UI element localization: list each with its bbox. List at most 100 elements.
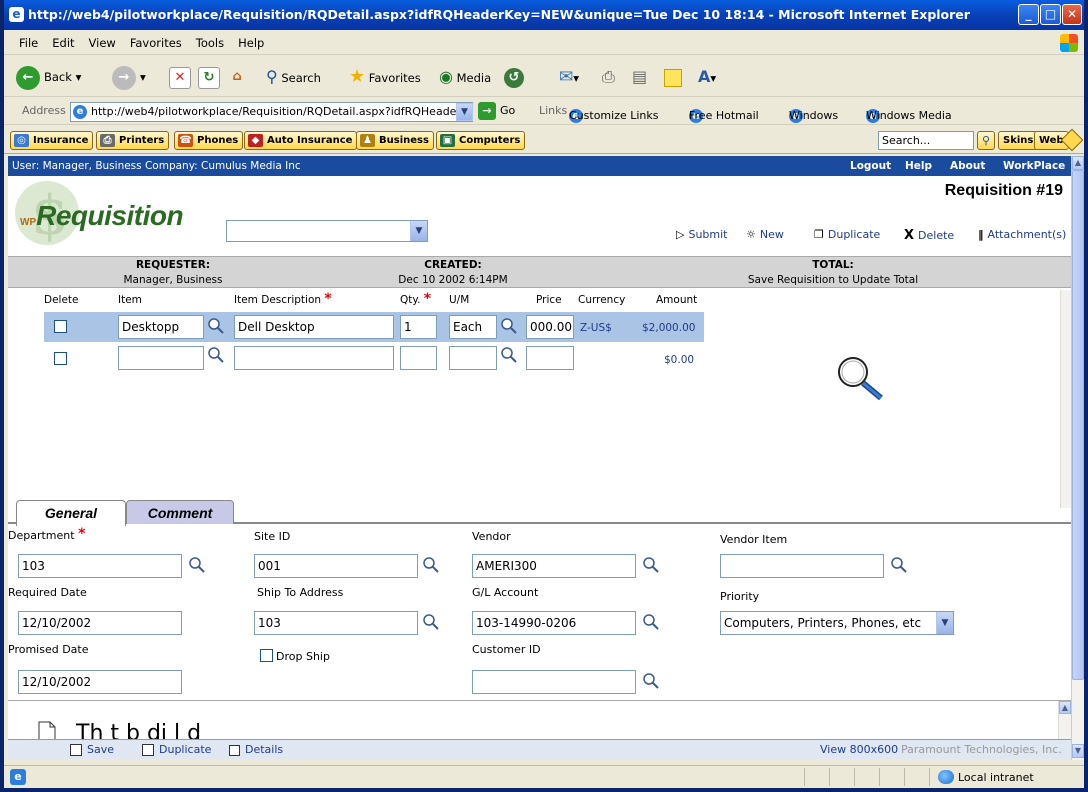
- auto-insurance-button[interactable]: ◆ Auto Insurance: [244, 131, 358, 150]
- back-button[interactable]: ← Back ▾: [16, 64, 81, 90]
- workplace-link[interactable]: WorkPlace: [1003, 156, 1065, 176]
- site-id-input[interactable]: 001: [254, 554, 418, 578]
- forward-button[interactable]: → ▾: [112, 64, 146, 90]
- drop-ship-checkbox[interactable]: [260, 649, 273, 662]
- department-input[interactable]: 103: [18, 554, 182, 578]
- col-qty: Qty. *: [400, 291, 432, 307]
- priority-select[interactable]: Computers, Printers, Phones, etc ▼: [720, 611, 954, 635]
- duplicate-button[interactable]: ❐ Duplicate: [814, 228, 880, 241]
- edit-icon: ▤: [632, 67, 648, 86]
- search-icon[interactable]: [642, 556, 660, 574]
- menu-view[interactable]: View: [82, 32, 123, 55]
- phones-button[interactable]: ☎ Phones: [174, 131, 244, 150]
- search-icon[interactable]: [207, 346, 225, 364]
- stop-button[interactable]: ✕: [169, 64, 191, 90]
- required-asterisk-icon: *: [324, 291, 332, 307]
- scroll-down-icon[interactable]: ▼: [1072, 744, 1084, 758]
- delete-checkbox[interactable]: [54, 352, 67, 365]
- address-input[interactable]: e http://web4/pilotworkplace/Requisition…: [70, 102, 473, 122]
- logout-link[interactable]: Logout: [850, 156, 891, 176]
- menu-tools[interactable]: Tools: [189, 32, 231, 55]
- gl-account-input[interactable]: 103-14990-0206: [472, 611, 636, 635]
- template-select[interactable]: ▼: [226, 220, 428, 242]
- grid-scrollbar[interactable]: [1060, 290, 1071, 508]
- menu-favorites[interactable]: Favorites: [123, 32, 189, 55]
- menu-help[interactable]: Help: [231, 32, 271, 55]
- item-input[interactable]: [118, 346, 204, 370]
- item-description-input[interactable]: [234, 346, 394, 370]
- maximize-button[interactable]: □: [1040, 4, 1061, 25]
- home-button[interactable]: ⌂: [226, 64, 248, 90]
- details-scrollbar[interactable]: ▲: [1058, 701, 1071, 739]
- help-link[interactable]: Help: [905, 156, 932, 176]
- page-scrollbar[interactable]: ▲ ▼: [1071, 156, 1084, 760]
- search-icon[interactable]: [207, 317, 225, 335]
- required-date-input[interactable]: 12/10/2002: [18, 611, 182, 635]
- insurance-button[interactable]: ◎ Insurance: [10, 131, 94, 150]
- search-icon[interactable]: [890, 556, 908, 574]
- edit-button[interactable]: ▤: [632, 64, 647, 90]
- submit-button[interactable]: ▷ Submit: [676, 228, 728, 241]
- currency-value[interactable]: Z-US$: [580, 322, 612, 334]
- vendor-item-input[interactable]: [720, 554, 884, 578]
- tab-strip: General Comment: [8, 500, 1071, 526]
- customer-id-input[interactable]: [472, 670, 636, 694]
- links-label: Links: [539, 104, 568, 117]
- vendor-input[interactable]: AMERI300: [472, 554, 636, 578]
- search-icon[interactable]: [500, 346, 518, 364]
- view-800x600-link[interactable]: View 800x600: [820, 743, 898, 756]
- minimize-button[interactable]: _: [1018, 4, 1039, 25]
- delete-checkbox[interactable]: [54, 320, 67, 333]
- media-button[interactable]: ◉ Media: [439, 64, 491, 90]
- attachments-button[interactable]: ‖ Attachment(s): [978, 228, 1066, 241]
- new-button[interactable]: ☼ New: [746, 228, 784, 241]
- um-input[interactable]: Each: [449, 315, 497, 339]
- search-icon[interactable]: [422, 556, 440, 574]
- search-icon[interactable]: [642, 613, 660, 631]
- item-input[interactable]: Desktopp: [118, 315, 204, 339]
- history-button[interactable]: ↺: [504, 64, 528, 90]
- refresh-button[interactable]: ↻: [198, 64, 220, 90]
- item-description-input[interactable]: Dell Desktop: [234, 315, 394, 339]
- promised-date-input[interactable]: 12/10/2002: [18, 670, 182, 694]
- close-button[interactable]: ✕: [1062, 4, 1082, 25]
- price-input[interactable]: 000.00: [526, 315, 574, 339]
- scroll-up-icon[interactable]: ▲: [1072, 156, 1084, 170]
- lightbulb-icon: ☼: [746, 228, 756, 241]
- skins-button[interactable]: Skins: [998, 131, 1039, 150]
- favorites-button[interactable]: ★ Favorites: [349, 64, 421, 90]
- search-icon[interactable]: [422, 613, 440, 631]
- scroll-thumb[interactable]: [1072, 170, 1084, 680]
- search-icon[interactable]: [642, 672, 660, 690]
- menu-file[interactable]: File: [12, 32, 45, 55]
- footer-duplicate-button[interactable]: Duplicate: [142, 743, 211, 756]
- tab-general[interactable]: General: [16, 500, 126, 526]
- computers-button[interactable]: ▣ Computers: [436, 131, 526, 150]
- toolbar-search-input[interactable]: Search...: [878, 131, 974, 150]
- mail-button[interactable]: ✉▾: [559, 64, 579, 90]
- qty-input[interactable]: [400, 346, 437, 370]
- go-button[interactable]: Go: [500, 104, 515, 117]
- discuss-button[interactable]: [664, 64, 682, 90]
- tab-comment[interactable]: Comment: [126, 500, 234, 524]
- business-button[interactable]: ♟ Business: [356, 131, 434, 150]
- search-icon[interactable]: [188, 556, 206, 574]
- search-icon[interactable]: [500, 317, 518, 335]
- print-button[interactable]: ⎙: [602, 64, 615, 90]
- qty-input[interactable]: 1: [400, 315, 437, 339]
- messenger-button[interactable]: A▾: [698, 64, 716, 90]
- about-link[interactable]: About: [950, 156, 985, 176]
- menu-edit[interactable]: Edit: [45, 32, 81, 55]
- printers-button[interactable]: ⎙ Printers: [96, 131, 170, 150]
- scroll-up-icon[interactable]: ▲: [1059, 701, 1071, 714]
- address-dropdown[interactable]: ▼: [456, 103, 473, 121]
- toolbar-search-icon[interactable]: ⚲: [977, 131, 995, 150]
- search-button[interactable]: ⚲ Search: [266, 64, 321, 90]
- delete-button[interactable]: X Delete: [904, 228, 954, 243]
- um-input[interactable]: [449, 346, 497, 370]
- go-arrow-icon[interactable]: →: [478, 102, 496, 120]
- footer-save-button[interactable]: Save: [70, 743, 114, 756]
- footer-details-button[interactable]: Details: [229, 743, 283, 756]
- ship-to-input[interactable]: 103: [254, 611, 418, 635]
- price-input[interactable]: [526, 346, 574, 370]
